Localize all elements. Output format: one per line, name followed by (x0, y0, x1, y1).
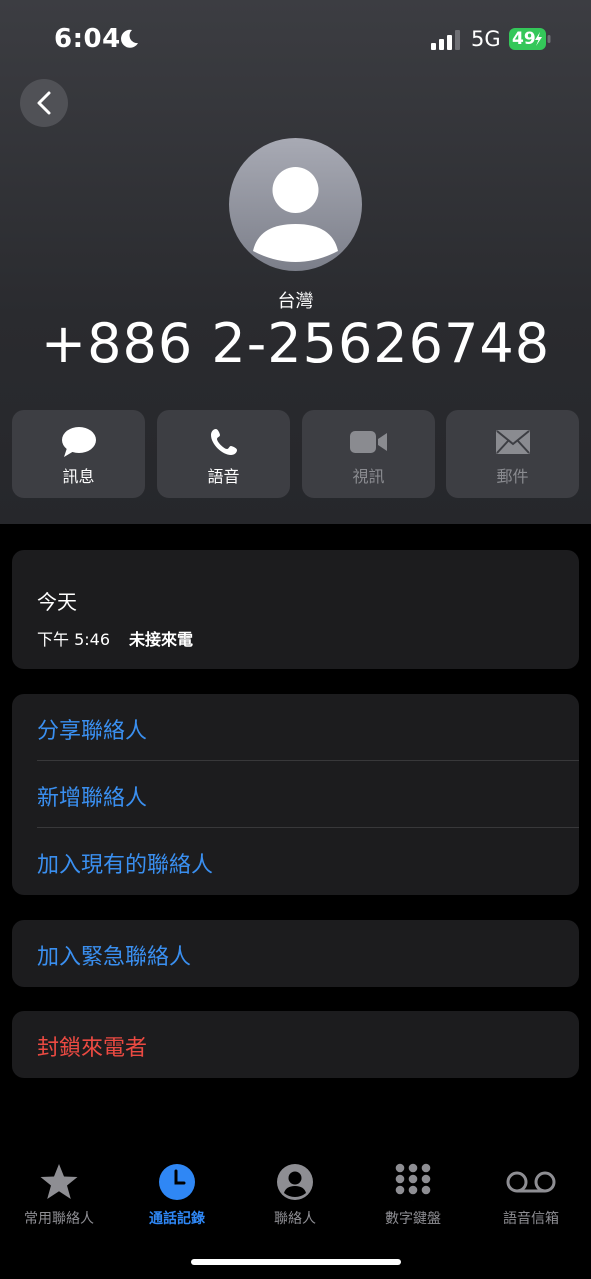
add-existing-contact-row[interactable]: 加入現有的聯絡人 (12, 828, 579, 895)
battery-level: 49 (512, 29, 536, 49)
home-indicator[interactable] (191, 1259, 401, 1265)
tab-keypad[interactable]: 數字鍵盤 (354, 1162, 472, 1232)
share-contact-row[interactable]: 分享聯絡人 (12, 694, 579, 761)
tab-voicemail[interactable]: 語音信箱 (472, 1162, 590, 1232)
phone-icon (210, 429, 237, 455)
battery-indicator: 49 (509, 28, 551, 50)
phone-region-label: 台灣 (277, 291, 314, 312)
video-icon (349, 431, 387, 453)
network-type: 5G (471, 27, 501, 51)
contact-avatar (229, 138, 362, 271)
video-label: 視訊 (352, 467, 385, 486)
call-status: 未接來電 (129, 630, 194, 649)
video-call-button[interactable]: 視訊 (302, 410, 435, 498)
emergency-contact-card: 加入緊急聯絡人 (12, 920, 579, 987)
block-caller-label: 封鎖來電者 (37, 1036, 148, 1061)
status-time: 6:04 (54, 24, 121, 54)
keypad-icon (395, 1163, 431, 1201)
message-button[interactable]: 訊息 (12, 410, 145, 498)
tab-recents[interactable]: 通話記錄 (118, 1162, 236, 1232)
message-icon (61, 427, 96, 457)
person-silhouette-icon (253, 167, 338, 262)
star-icon (40, 1164, 78, 1199)
chevron-left-icon (37, 91, 51, 115)
contact-header: 6:04 5G 49 台灣 +886 2-25626748 訊息 語音 視訊 郵… (0, 0, 591, 524)
moon-icon (121, 29, 138, 48)
new-contact-label: 新增聯絡人 (37, 786, 148, 811)
share-contact-label: 分享聯絡人 (37, 719, 148, 744)
tab-keypad-label: 數字鍵盤 (385, 1211, 441, 1227)
mail-icon (495, 430, 530, 454)
new-contact-row[interactable]: 新增聯絡人 (12, 761, 579, 828)
contact-options-card: 分享聯絡人 新增聯絡人 加入現有的聯絡人 (12, 694, 579, 895)
tab-favorites[interactable]: 常用聯絡人 (0, 1162, 118, 1232)
message-label: 訊息 (62, 467, 95, 486)
clock-icon (159, 1164, 195, 1200)
mail-button[interactable]: 郵件 (446, 410, 579, 498)
call-history-card: 今天 下午 5:46 未接來電 (12, 550, 579, 669)
voicemail-icon (506, 1171, 556, 1193)
add-emergency-contact-label: 加入緊急聯絡人 (37, 945, 192, 970)
add-existing-contact-label: 加入現有的聯絡人 (37, 853, 214, 878)
tab-contacts[interactable]: 聯絡人 (236, 1162, 354, 1232)
voice-label: 語音 (207, 467, 240, 486)
tab-voicemail-label: 語音信箱 (503, 1211, 559, 1227)
block-caller-row[interactable]: 封鎖來電者 (12, 1011, 579, 1078)
tab-favorites-label: 常用聯絡人 (24, 1211, 94, 1227)
back-button[interactable] (20, 79, 68, 127)
call-day: 今天 (37, 590, 77, 614)
voice-call-button[interactable]: 語音 (157, 410, 290, 498)
phone-number: +886 2-25626748 (40, 312, 551, 375)
cellular-signal-icon (431, 30, 460, 50)
add-emergency-contact-row[interactable]: 加入緊急聯絡人 (12, 920, 579, 987)
status-bar: 6:04 5G 49 (0, 0, 591, 80)
quick-actions: 訊息 語音 視訊 郵件 (12, 410, 579, 498)
call-time: 下午 5:46 (37, 630, 111, 649)
tab-recents-label: 通話記錄 (149, 1211, 205, 1227)
person-circle-icon (277, 1164, 313, 1200)
mail-label: 郵件 (496, 467, 529, 486)
tab-contacts-label: 聯絡人 (274, 1211, 316, 1227)
block-caller-card: 封鎖來電者 (12, 1011, 579, 1078)
